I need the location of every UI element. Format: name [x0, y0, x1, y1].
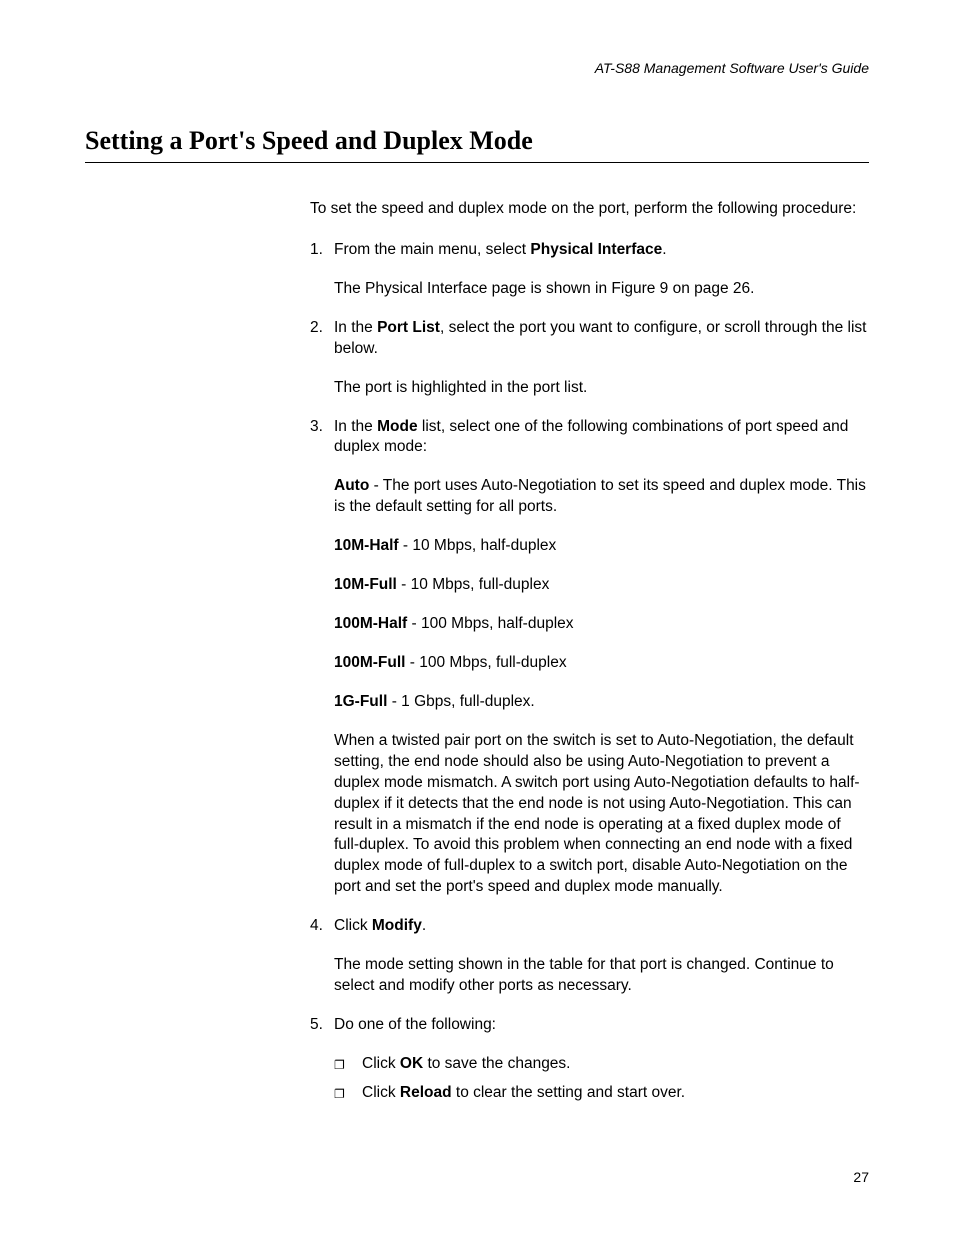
bold-term: Auto: [334, 477, 369, 494]
section-title: Setting a Port's Speed and Duplex Mode: [85, 126, 869, 163]
page-number: 27: [853, 1169, 869, 1185]
mode-option: 1G-Full - 1 Gbps, full-duplex.: [334, 692, 869, 713]
step-note: When a twisted pair port on the switch i…: [334, 731, 869, 898]
step-body: From the main menu, select Physical Inte…: [334, 240, 869, 300]
bold-term: OK: [400, 1055, 423, 1072]
step-2: 2. In the Port List, select the port you…: [310, 318, 869, 399]
step-body: In the Port List, select the port you wa…: [334, 318, 869, 399]
mode-option: Auto - The port uses Auto-Negotiation to…: [334, 476, 869, 518]
step-5: 5. Do one of the following: ❐ Click OK t…: [310, 1015, 869, 1112]
step-number: 4.: [310, 916, 334, 997]
step-number: 5.: [310, 1015, 334, 1112]
bold-term: 1G-Full: [334, 693, 387, 710]
step-subtext: The mode setting shown in the table for …: [334, 955, 869, 997]
step-1: 1. From the main menu, select Physical I…: [310, 240, 869, 300]
step-body: Click Modify. The mode setting shown in …: [334, 916, 869, 997]
step-number: 1.: [310, 240, 334, 300]
content-body: To set the speed and duplex mode on the …: [310, 199, 869, 1112]
step-text: In the Mode list, select one of the foll…: [334, 417, 869, 459]
step-text: From the main menu, select Physical Inte…: [334, 240, 869, 261]
step-text: Click Modify.: [334, 916, 869, 937]
step-text: In the Port List, select the port you wa…: [334, 318, 869, 360]
bullet-text: Click OK to save the changes.: [362, 1054, 571, 1075]
step-body: In the Mode list, select one of the foll…: [334, 417, 869, 899]
mode-option: 100M-Full - 100 Mbps, full-duplex: [334, 653, 869, 674]
bullet-icon: ❐: [334, 1054, 362, 1075]
bullet-item: ❐ Click OK to save the changes.: [334, 1054, 869, 1075]
step-number: 2.: [310, 318, 334, 399]
mode-option: 10M-Half - 10 Mbps, half-duplex: [334, 536, 869, 557]
bullet-item: ❐ Click Reload to clear the setting and …: [334, 1083, 869, 1104]
page-header: AT-S88 Management Software User's Guide: [85, 60, 869, 76]
step-subtext: The Physical Interface page is shown in …: [334, 279, 869, 300]
bold-term: 10M-Full: [334, 576, 397, 593]
bold-term: Mode: [377, 418, 417, 435]
bold-term: 10M-Half: [334, 537, 399, 554]
step-body: Do one of the following: ❐ Click OK to s…: [334, 1015, 869, 1112]
step-text: Do one of the following:: [334, 1015, 869, 1036]
step-number: 3.: [310, 417, 334, 899]
bold-term: Modify: [372, 917, 422, 934]
bullet-icon: ❐: [334, 1083, 362, 1104]
mode-option: 10M-Full - 10 Mbps, full-duplex: [334, 575, 869, 596]
bold-term: Physical Interface: [530, 241, 662, 258]
intro-text: To set the speed and duplex mode on the …: [310, 199, 869, 220]
step-3: 3. In the Mode list, select one of the f…: [310, 417, 869, 899]
step-4: 4. Click Modify. The mode setting shown …: [310, 916, 869, 997]
bold-term: 100M-Half: [334, 615, 407, 632]
bullet-text: Click Reload to clear the setting and st…: [362, 1083, 685, 1104]
step-subtext: The port is highlighted in the port list…: [334, 378, 869, 399]
bold-term: Reload: [400, 1084, 452, 1101]
bold-term: 100M-Full: [334, 654, 405, 671]
mode-option: 100M-Half - 100 Mbps, half-duplex: [334, 614, 869, 635]
bold-term: Port List: [377, 319, 440, 336]
